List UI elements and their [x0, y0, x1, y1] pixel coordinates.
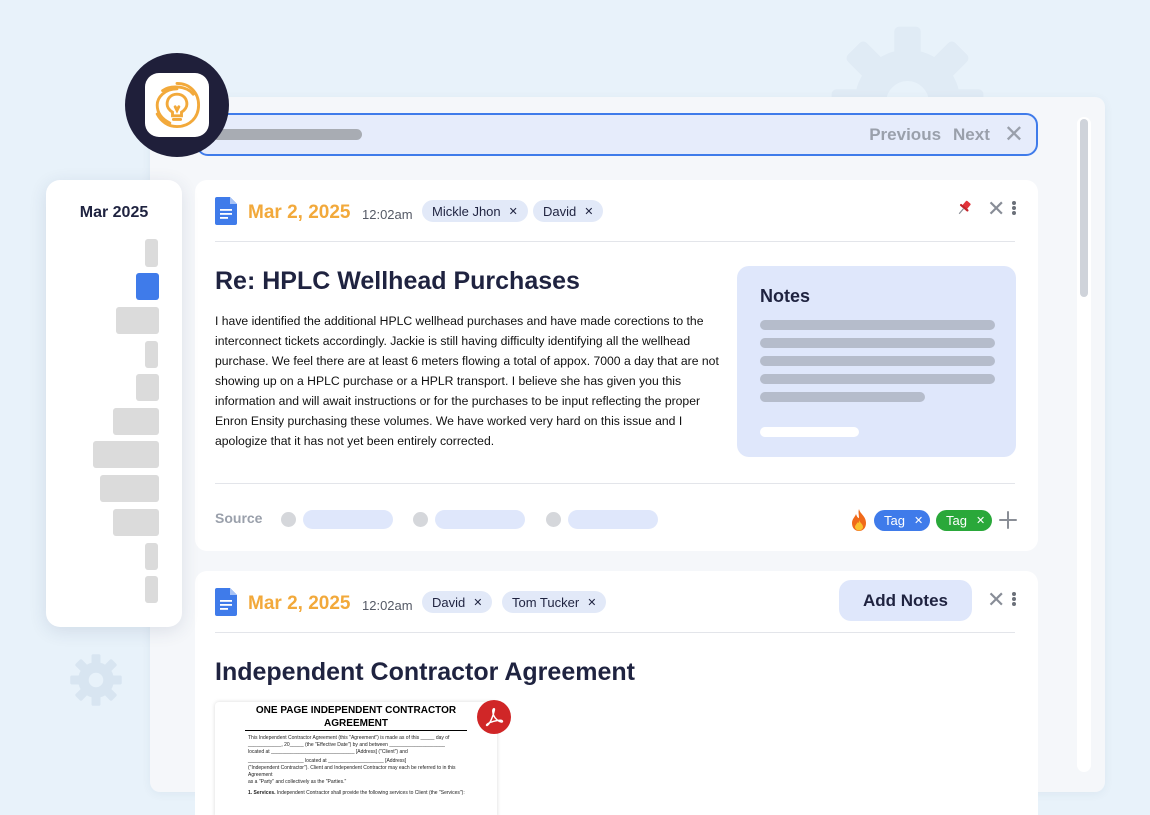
- email-subject: Re: HPLC Wellhead Purchases: [215, 267, 580, 295]
- participant-name: David: [432, 594, 466, 610]
- pin-icon[interactable]: [955, 199, 973, 217]
- remove-participant-icon[interactable]: ✕: [509, 205, 518, 218]
- timeline-bar[interactable]: [136, 374, 159, 401]
- card-date: Mar 2, 2025: [248, 593, 351, 614]
- pdf-body: This Independent Contractor Agreement (t…: [248, 735, 466, 797]
- pdf-line: This Independent Contractor Agreement (t…: [248, 735, 450, 741]
- add-tag-icon[interactable]: [998, 510, 1018, 530]
- source-avatar: [546, 512, 561, 527]
- participant-chip[interactable]: Mickle Jhon ✕: [422, 200, 528, 222]
- pdf-heading-line: ONE PAGE INDEPENDENT CONTRACTOR: [255, 705, 457, 716]
- card-time: 12:02am: [362, 598, 413, 613]
- timeline-bar[interactable]: [145, 341, 158, 368]
- tag-chip[interactable]: Tag ✕: [936, 510, 992, 531]
- pdf-file-icon: [477, 700, 511, 734]
- participant-name: David: [543, 203, 577, 219]
- more-options-icon[interactable]: [1012, 201, 1016, 215]
- source-avatar: [281, 512, 296, 527]
- source-link[interactable]: [568, 510, 658, 529]
- timeline-bar[interactable]: [93, 441, 159, 468]
- tag-label: Tag: [884, 513, 905, 528]
- lightbulb-logo-icon: [155, 81, 201, 129]
- pdf-preview[interactable]: ONE PAGE INDEPENDENT CONTRACTOR AGREEMEN…: [215, 702, 497, 815]
- add-notes-button[interactable]: Add Notes: [839, 580, 972, 621]
- source-link[interactable]: [435, 510, 525, 529]
- pdf-line: ____________, 20_____ (the "Effective Da…: [248, 742, 445, 748]
- note-placeholder-line: [760, 374, 995, 384]
- close-search-icon[interactable]: ✕: [1004, 120, 1024, 149]
- remove-participant-icon[interactable]: ✕: [473, 596, 482, 609]
- timeline-bar[interactable]: [113, 408, 159, 435]
- note-placeholder-line: [760, 392, 925, 402]
- notes-panel[interactable]: Notes: [737, 266, 1016, 457]
- remove-tag-icon[interactable]: ✕: [976, 514, 985, 527]
- close-card-icon[interactable]: ✕: [987, 589, 1005, 611]
- timeline-bar[interactable]: [100, 475, 159, 502]
- source-label: Source: [215, 510, 263, 526]
- source-link[interactable]: [303, 510, 393, 529]
- remove-participant-icon[interactable]: ✕: [587, 596, 596, 609]
- pdf-heading-rule: [245, 730, 467, 731]
- vertical-scrollbar[interactable]: [1077, 117, 1091, 772]
- background-gear-icon: [70, 654, 122, 706]
- pdf-line: ("Independent Contractor"). Client and I…: [248, 765, 456, 778]
- tag-chip[interactable]: Tag ✕: [874, 510, 930, 531]
- card-date: Mar 2, 2025: [248, 202, 351, 223]
- search-navigation: Previous Next ✕: [869, 115, 1024, 154]
- email-body: I have identified the additional HPLC we…: [215, 314, 719, 448]
- card-divider: [215, 483, 1015, 484]
- timeline-bar[interactable]: [113, 509, 159, 536]
- timeline-bar[interactable]: [116, 307, 159, 334]
- scrollbar-thumb[interactable]: [1080, 119, 1088, 297]
- remove-tag-icon[interactable]: ✕: [914, 514, 923, 527]
- note-placeholder-line: [760, 338, 995, 348]
- fire-icon: [852, 509, 866, 531]
- more-options-icon[interactable]: [1012, 592, 1016, 606]
- pdf-section-heading: 1. Services.: [248, 790, 276, 796]
- search-query-placeholder: [212, 129, 362, 140]
- note-placeholder-line: [760, 356, 995, 366]
- tag-label: Tag: [946, 513, 967, 528]
- timeline-bar[interactable]: [145, 576, 158, 603]
- google-doc-icon: [215, 197, 237, 225]
- timeline-bar-selected[interactable]: [136, 273, 159, 300]
- note-placeholder-line: [760, 320, 995, 330]
- remove-participant-icon[interactable]: ✕: [584, 205, 593, 218]
- pdf-heading-line: AGREEMENT: [324, 718, 388, 729]
- pdf-line: located at _____________________________…: [248, 749, 408, 755]
- pdf-heading: ONE PAGE INDEPENDENT CONTRACTOR AGREEMEN…: [245, 704, 467, 730]
- card-divider: [215, 632, 1015, 633]
- document-card[interactable]: Mar 2, 2025 12:02am Mickle Jhon ✕ David …: [195, 180, 1038, 551]
- notes-title: Notes: [760, 286, 811, 306]
- close-card-icon[interactable]: ✕: [987, 198, 1005, 220]
- participant-chip[interactable]: David ✕: [422, 591, 493, 613]
- participant-name: Tom Tucker: [512, 594, 580, 610]
- document-title: Independent Contractor Agreement: [215, 658, 635, 686]
- logo-tile: [145, 73, 209, 137]
- google-doc-icon: [215, 588, 237, 616]
- card-time: 12:02am: [362, 207, 413, 222]
- participant-chip[interactable]: David ✕: [533, 200, 604, 222]
- note-placeholder-line: [760, 427, 859, 437]
- next-result-button[interactable]: Next: [953, 125, 990, 145]
- participant-name: Mickle Jhon: [432, 203, 501, 219]
- timeline-month-label: Mar 2025: [79, 204, 149, 221]
- pdf-line: ____________________ located at ________…: [248, 758, 407, 764]
- pdf-section-text: Independent Contractor shall provide the…: [275, 790, 465, 796]
- search-input[interactable]: Previous Next ✕: [196, 113, 1038, 156]
- timeline-bar[interactable]: [145, 239, 158, 267]
- document-card[interactable]: Mar 2, 2025 12:02am David ✕ Tom Tucker ✕…: [195, 571, 1038, 815]
- participant-chip[interactable]: Tom Tucker ✕: [502, 591, 607, 613]
- source-avatar: [413, 512, 428, 527]
- timeline-bar[interactable]: [145, 543, 158, 570]
- pdf-line: 1. Services. Independent Contractor shal…: [248, 790, 466, 797]
- card-divider: [215, 241, 1015, 242]
- timeline-panel: Mar 2025: [46, 180, 182, 627]
- acrobat-icon: [485, 708, 504, 727]
- previous-result-button[interactable]: Previous: [869, 125, 941, 145]
- app-logo: [125, 53, 229, 157]
- pdf-line: as a "Party" and collectively as the "Pa…: [248, 779, 347, 785]
